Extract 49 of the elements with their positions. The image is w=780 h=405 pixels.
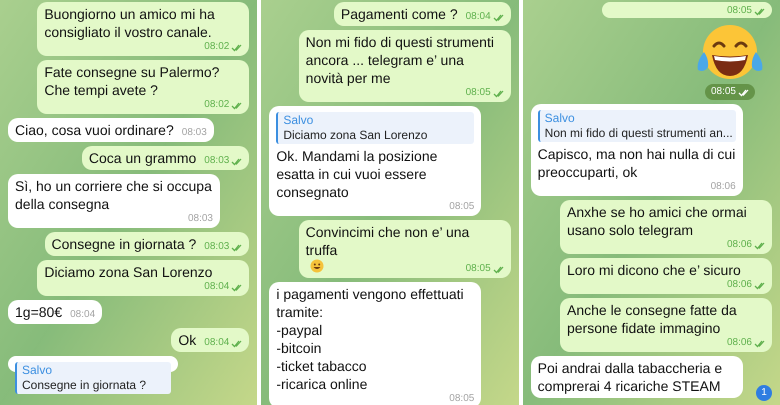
message-time: 08:03 — [182, 127, 207, 139]
message-text: Capisco, ma non hai nulla di cui preoccuparti, ok — [538, 145, 736, 181]
message-text: Convincimi che non e’ una truffa — [306, 223, 470, 259]
message-text: Pagamenti come ? — [340, 5, 458, 23]
quote-text: Non mi fido di questi strumenti an... — [544, 126, 731, 141]
message-time: 08:03 — [188, 213, 213, 225]
message-time: 08:06 — [726, 279, 752, 291]
message-text: Anxhe se ho amici che ormai usano solo telegram — [566, 203, 748, 239]
message-time: 08:03 — [204, 155, 230, 167]
message-text: Consegne in giornata ? — [52, 235, 196, 253]
message-time: 08:05 — [466, 263, 491, 275]
message-time: 08:04 — [466, 11, 491, 23]
quoted-message[interactable]: Salvo Consegne in giornata ? — [15, 362, 171, 394]
message-text: Diciamo zona San Lorenzo — [44, 263, 212, 281]
quote-author: Salvo — [283, 113, 314, 128]
message-text: Sì, ho un corriere che si occupa della consegna — [15, 177, 213, 213]
quote-author: Salvo — [22, 363, 54, 378]
message-time: 08:05 — [449, 393, 474, 405]
message-text: Ciao, cosa vuoi ordinare? — [15, 121, 174, 139]
message-time: 08:05 — [466, 87, 491, 99]
message-text: 1g=80€ — [15, 303, 62, 321]
quote-author: Salvo — [544, 111, 576, 126]
message-text: Poi andrai dalla tabaccheria e comprerai 4 ricariche STEAM — [538, 359, 724, 395]
message-time: 08:05 — [449, 201, 474, 213]
message-text: Ok. Mandami la posizione esatta in cui vuoi essere consegnato — [276, 147, 438, 201]
message-time: 08:02 — [204, 41, 230, 53]
message-text: Buongiorno un amico mi ha consigliato il vostro canale. — [44, 5, 216, 41]
message-text: i pagamenti vengono effettuati tramite: -paypal -bitcoin -ticket tabacco -ricarica online — [276, 285, 465, 393]
message-text: Loro mi dicono che e’ sicuro — [566, 261, 741, 279]
message-text: Non mi fido di questi strumenti ancora ... telegram e’ una novità per me — [306, 33, 495, 87]
message-text: Ok — [178, 331, 196, 349]
unread-badge[interactable]: 1 — [756, 385, 772, 401]
message-text: Fate consegne su Palermo? Che tempi avete ? — [44, 63, 220, 99]
quote-text: Consegne in giornata ? — [22, 378, 148, 393]
message-time: 08:04 — [204, 337, 230, 349]
message-time: 08:03 — [204, 241, 230, 253]
message-time: 08:04 — [204, 281, 230, 293]
message-time: 08:05 — [726, 5, 752, 17]
message-time: 08:05 — [710, 86, 736, 98]
quote-text: Diciamo zona San Lorenzo — [283, 128, 428, 143]
quoted-message[interactable]: Salvo Non mi fido di questi strumenti an... — [538, 110, 736, 142]
message-time: 08:06 — [726, 239, 752, 251]
message-text: Coca un grammo — [88, 149, 196, 167]
message-text: Anche le consegne fatte da persone fidate immagino — [566, 301, 738, 337]
message-time: 08:04 — [70, 309, 96, 321]
quoted-message[interactable]: Salvo Diciamo zona San Lorenzo — [276, 112, 474, 144]
message-time: 08:02 — [204, 99, 230, 111]
message-time: 08:06 — [710, 181, 736, 193]
message-time: 08:06 — [726, 337, 752, 349]
